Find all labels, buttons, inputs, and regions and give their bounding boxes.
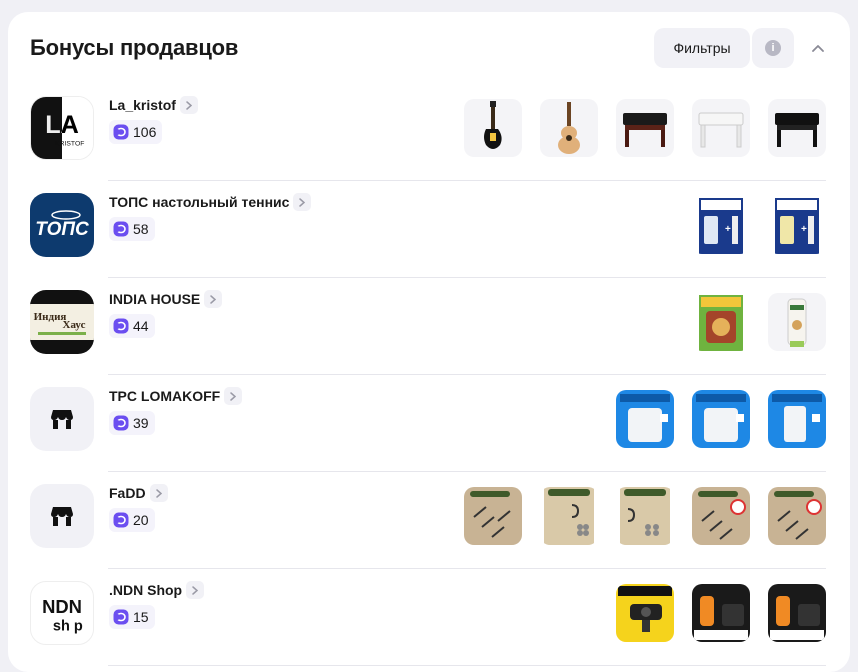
collapse-button[interactable] <box>804 28 832 68</box>
seller-name: .NDN Shop <box>109 582 183 598</box>
product-thumb-piano-bench[interactable] <box>616 99 674 157</box>
seller-name-link[interactable]: La_kristof <box>109 96 198 114</box>
seller-name-link[interactable]: FaDD <box>109 484 168 502</box>
store-icon <box>51 410 73 429</box>
seller-logo[interactable]: ТОПС <box>30 193 94 257</box>
product-thumbnails: + + <box>692 196 826 254</box>
seller-row[interactable]: FaDD 20 <box>8 472 850 569</box>
chevron-right-icon <box>224 387 243 405</box>
seller-name: TPC LOMAKOFF <box>109 388 221 404</box>
bonus-badge: 15 <box>109 605 155 629</box>
logo-text: LA <box>45 111 79 139</box>
bonus-value: 58 <box>133 221 149 237</box>
product-thumb-acoustic-guitar[interactable] <box>540 99 598 157</box>
bonus-badge: 39 <box>109 411 155 435</box>
svg-text:+: + <box>801 224 807 235</box>
seller-bonuses-card: Бонусы продавцов Фильтры i LA KRISTOF La… <box>8 12 850 672</box>
chevron-right-icon <box>149 484 168 502</box>
bonus-coin-icon <box>113 318 129 334</box>
logo-text: NDN <box>42 596 82 617</box>
bonus-coin-icon <box>113 415 129 431</box>
product-thumb-smart-scale[interactable] <box>692 584 750 642</box>
seller-name-link[interactable]: ТОПС настольный теннис <box>109 193 312 211</box>
seller-logo[interactable]: Индия Хаус <box>30 290 94 354</box>
seller-logo[interactable]: LA KRISTOF <box>30 96 94 160</box>
product-thumb-cream-tube[interactable] <box>768 293 826 351</box>
product-thumb-screws[interactable] <box>692 487 750 545</box>
logo-subtext: Хаус <box>63 319 86 331</box>
info-button[interactable]: i <box>752 28 794 68</box>
seller-name: INDIA HOUSE <box>109 291 201 307</box>
svg-text:+: + <box>725 224 731 235</box>
bonus-value: 106 <box>133 124 157 140</box>
product-thumb-primer[interactable] <box>616 390 674 448</box>
product-thumb-tea-box[interactable] <box>692 293 750 351</box>
product-thumb-piano-bench[interactable] <box>692 99 750 157</box>
seller-row[interactable]: Индия Хаус INDIA HOUSE 44 <box>8 278 850 375</box>
logo-text: ТОПС <box>35 219 89 240</box>
chevron-right-icon <box>186 581 205 599</box>
seller-name: ТОПС настольный теннис <box>109 194 290 210</box>
bonus-value: 39 <box>133 415 149 431</box>
bonus-badge: 58 <box>109 217 155 241</box>
chevron-right-icon <box>204 290 223 308</box>
product-thumbnails <box>616 584 826 642</box>
product-thumb-rubber-cleaner[interactable]: + <box>768 196 826 254</box>
seller-row[interactable]: TPC LOMAKOFF 39 <box>8 375 850 472</box>
product-thumb-electric-guitar[interactable] <box>464 99 522 157</box>
bonus-value: 15 <box>133 609 149 625</box>
product-thumb-rubber-cleaner[interactable]: + <box>692 196 750 254</box>
product-thumb-primer[interactable] <box>768 390 826 448</box>
seller-row[interactable]: NDN sh p .NDN Shop 15 <box>8 569 850 666</box>
product-thumb-piano-bench[interactable] <box>768 99 826 157</box>
logo-subtext: sh p <box>53 618 83 634</box>
product-thumb-smart-scale[interactable] <box>768 584 826 642</box>
seller-row[interactable]: LA KRISTOF La_kristof 106 <box>8 84 850 181</box>
card-header: Бонусы продавцов Фильтры i <box>8 12 850 84</box>
product-thumb-hooks[interactable] <box>616 487 674 545</box>
row-divider <box>108 665 826 666</box>
product-thumb-webcam[interactable] <box>616 584 674 642</box>
chevron-right-icon <box>179 96 198 114</box>
seller-logo[interactable] <box>30 484 94 548</box>
bonus-value: 20 <box>133 512 149 528</box>
seller-logo[interactable] <box>30 387 94 451</box>
bonus-coin-icon <box>113 609 129 625</box>
bonus-badge: 44 <box>109 314 155 338</box>
seller-name-link[interactable]: .NDN Shop <box>109 581 205 599</box>
bonus-coin-icon <box>113 221 129 237</box>
bonus-value: 44 <box>133 318 149 334</box>
store-icon <box>51 507 73 526</box>
logo-subtext: KRISTOF <box>55 140 84 147</box>
product-thumb-screws[interactable] <box>768 487 826 545</box>
product-thumbnails <box>464 99 826 157</box>
bonus-badge: 106 <box>109 120 163 144</box>
filters-button[interactable]: Фильтры <box>654 28 750 68</box>
chevron-up-icon <box>812 45 824 52</box>
seller-name: La_kristof <box>109 97 176 113</box>
chevron-right-icon <box>293 193 312 211</box>
page-title: Бонусы продавцов <box>30 35 239 60</box>
bonus-coin-icon <box>113 124 129 140</box>
seller-name: FaDD <box>109 485 146 501</box>
info-icon: i <box>765 40 781 56</box>
product-thumb-primer[interactable] <box>692 390 750 448</box>
seller-name-link[interactable]: INDIA HOUSE <box>109 290 223 308</box>
logo-text: Индия <box>34 311 67 323</box>
product-thumbnails <box>464 487 826 545</box>
product-thumb-screws[interactable] <box>464 487 522 545</box>
seller-name-link[interactable]: TPC LOMAKOFF <box>109 387 243 405</box>
product-thumbnails <box>616 390 826 448</box>
seller-row[interactable]: ТОПС ТОПС настольный теннис 58 + + <box>8 181 850 278</box>
seller-logo[interactable]: NDN sh p <box>30 581 94 645</box>
bonus-coin-icon <box>113 512 129 528</box>
product-thumb-hooks[interactable] <box>540 487 598 545</box>
bonus-badge: 20 <box>109 508 155 532</box>
product-thumbnails <box>692 293 826 351</box>
